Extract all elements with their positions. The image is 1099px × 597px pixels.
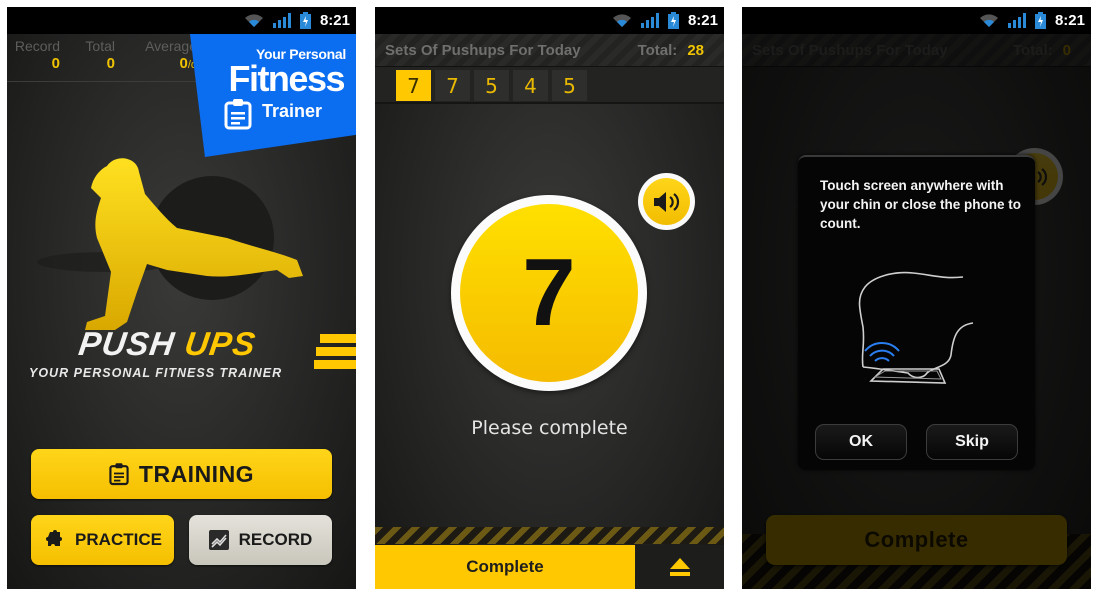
stat-label: Average bbox=[145, 38, 197, 54]
total-label: Total: bbox=[637, 42, 678, 59]
prompt-text: Please complete bbox=[471, 417, 628, 439]
total-value: 28 bbox=[687, 42, 704, 59]
battery-charging-icon bbox=[1034, 12, 1046, 29]
training-button[interactable]: TRAINING bbox=[31, 449, 332, 499]
practice-button-label: PRACTICE bbox=[75, 530, 162, 549]
stat-value: 0 bbox=[106, 55, 115, 72]
clock: 8:21 bbox=[1054, 12, 1085, 29]
pushup-figure-illustration bbox=[37, 158, 303, 330]
set-chip[interactable]: 5 bbox=[474, 70, 509, 101]
skip-button[interactable]: Skip bbox=[926, 424, 1018, 460]
sets-list: 7 7 5 4 5 bbox=[375, 67, 724, 104]
stat-value: 0 bbox=[51, 55, 60, 72]
practice-button[interactable]: PRACTICE bbox=[31, 515, 174, 565]
training-button-label: TRAINING bbox=[138, 460, 255, 487]
stat-value-wrap: 0/d bbox=[137, 55, 197, 72]
signal-icon bbox=[272, 13, 291, 28]
wifi-icon bbox=[244, 14, 263, 27]
instruction-dialog: Touch screen anywhere with your chin or … bbox=[798, 155, 1035, 470]
sets-header: Sets Of Pushups For Today Total: 28 bbox=[375, 34, 724, 67]
stat-value: 0 bbox=[179, 55, 188, 72]
sets-title: Sets Of Pushups For Today bbox=[385, 42, 581, 59]
set-chip[interactable]: 7 bbox=[435, 70, 470, 101]
clipboard-icon bbox=[224, 99, 252, 130]
app-title-white: PUSH bbox=[76, 325, 178, 362]
stat-average: Average 0/d bbox=[137, 38, 197, 72]
stats-summary: Record 0 Total 0 Average 0/d bbox=[7, 34, 207, 82]
pushup-counter[interactable]: 7 bbox=[451, 195, 647, 391]
chart-icon bbox=[208, 530, 229, 550]
stat-record: Record 0 bbox=[12, 38, 60, 72]
chin-touch-illustration bbox=[858, 271, 974, 384]
dialog-message: Touch screen anywhere with your chin or … bbox=[820, 178, 1022, 231]
stat-label: Record bbox=[14, 38, 60, 54]
record-button-label: RECORD bbox=[238, 530, 313, 549]
battery-charging-icon bbox=[667, 12, 679, 29]
stat-label: Total bbox=[85, 38, 115, 54]
speaker-icon bbox=[653, 191, 679, 212]
expand-panel-button[interactable] bbox=[636, 545, 724, 589]
wifi-icon bbox=[612, 14, 631, 27]
status-bar: 8:21 bbox=[742, 7, 1091, 34]
training-screen: 8:21 Sets Of Pushups For Today Total: 28 … bbox=[375, 7, 724, 589]
battery-charging-icon bbox=[299, 12, 311, 29]
sound-button-face bbox=[643, 178, 690, 225]
test-dialog-screen: 8:21 Sets Of Pushups For Today Total:0 0… bbox=[742, 7, 1091, 589]
sets-total: Total: 28 bbox=[638, 42, 704, 59]
signal-icon bbox=[640, 13, 659, 28]
signal-icon bbox=[1007, 13, 1026, 28]
set-chip[interactable]: 7 bbox=[396, 70, 431, 101]
promo-banner[interactable]: Your Personal Fitness Trainer bbox=[190, 34, 356, 157]
wifi-icon bbox=[979, 14, 998, 27]
complete-button[interactable]: Complete bbox=[375, 545, 635, 589]
ok-button[interactable]: OK bbox=[815, 424, 907, 460]
counter-value: 7 bbox=[460, 204, 638, 382]
status-bar: 8:21 bbox=[7, 7, 356, 34]
app-title: PUSH UPS bbox=[76, 325, 258, 363]
clock: 8:21 bbox=[687, 12, 718, 29]
clock: 8:21 bbox=[319, 12, 350, 29]
set-chip[interactable]: 5 bbox=[552, 70, 587, 101]
complete-button-label: Complete bbox=[466, 557, 544, 576]
app-title-yellow: UPS bbox=[182, 325, 259, 362]
home-screen: 8:21 Record 0 Total 0 Average 0/d Your P… bbox=[7, 7, 356, 589]
app-tagline: YOUR PERSONAL FITNESS TRAINER bbox=[29, 366, 283, 380]
stat-total: Total 0 bbox=[77, 38, 115, 72]
banner-line3: Trainer bbox=[262, 101, 323, 121]
puzzle-icon bbox=[46, 530, 63, 546]
clipboard-icon bbox=[109, 463, 129, 486]
record-button[interactable]: RECORD bbox=[189, 515, 332, 565]
banner-line2: Fitness bbox=[228, 58, 345, 99]
hazard-stripes bbox=[375, 527, 724, 544]
stripes-decoration bbox=[314, 334, 356, 373]
status-bar: 8:21 bbox=[375, 7, 724, 34]
set-chip[interactable]: 4 bbox=[513, 70, 548, 101]
sound-toggle-button[interactable] bbox=[638, 173, 695, 230]
eject-icon bbox=[670, 558, 690, 576]
